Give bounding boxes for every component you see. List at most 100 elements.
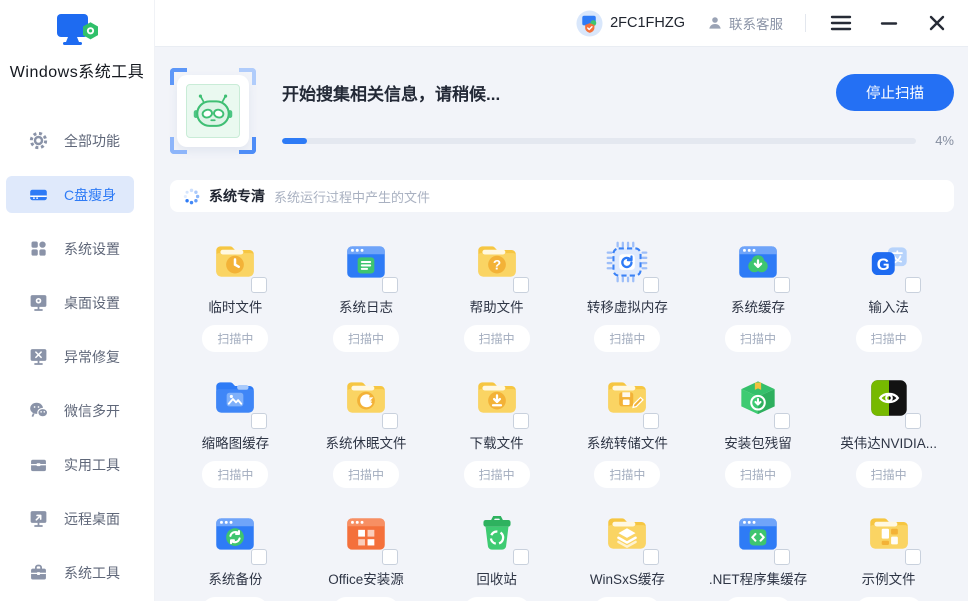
- tile-checkbox[interactable]: [774, 413, 790, 429]
- stop-scan-button[interactable]: 停止扫描: [836, 74, 954, 111]
- scan-bracket: [239, 137, 256, 154]
- tile-recycle-bin[interactable]: 回收站 扫描中: [431, 497, 562, 601]
- tile-status-badge: 扫描中: [333, 461, 399, 488]
- grid-icon: [28, 238, 49, 259]
- topbar-divider: [805, 14, 806, 32]
- tile-checkbox[interactable]: [774, 277, 790, 293]
- tile-status-badge: 扫描中: [464, 597, 530, 601]
- sidebar-item-monitor-gear[interactable]: 桌面设置: [6, 284, 134, 321]
- tile-status-badge: 扫描中: [464, 325, 530, 352]
- main-content: 开始搜集相关信息，请稍候... 停止扫描 4%: [155, 47, 968, 601]
- scan-progress-fill: [282, 138, 307, 144]
- tile-status-badge: 扫描中: [594, 597, 660, 601]
- tile-status-badge: 扫描中: [594, 325, 660, 352]
- sidebar-menu: 全部功能 C盘瘦身 系统设置 桌面设置 异常修复 微信多开 实用工具 远程桌面 …: [0, 106, 154, 591]
- sidebar-item-disk[interactable]: C盘瘦身: [6, 176, 134, 213]
- tile-checkbox[interactable]: [643, 277, 659, 293]
- tile-status-badge: 扫描中: [725, 325, 791, 352]
- tile-package-install[interactable]: 安装包残留 扫描中: [693, 361, 824, 488]
- robot-scan-icon: [170, 68, 256, 154]
- sidebar-item-wechat[interactable]: 微信多开: [6, 392, 134, 429]
- tile-folder-download[interactable]: 下载文件 扫描中: [431, 361, 562, 488]
- tile-status-badge: 扫描中: [856, 461, 922, 488]
- scan-status-text: 开始搜集相关信息，请稍候...: [282, 80, 500, 105]
- tile-status-badge: 扫描中: [725, 597, 791, 601]
- monitor-gear-icon: [28, 292, 49, 313]
- tile-checkbox[interactable]: [513, 277, 529, 293]
- tile-window-log[interactable]: 系统日志 扫描中: [301, 225, 432, 352]
- tile-folder-samples[interactable]: 示例文件 扫描中: [823, 497, 954, 601]
- tile-status-badge: 扫描中: [725, 461, 791, 488]
- menu-button[interactable]: [828, 10, 854, 36]
- app-logo-icon: [54, 12, 100, 54]
- tile-translate[interactable]: G 输入法 扫描中: [823, 225, 954, 352]
- tile-status-badge: 扫描中: [202, 461, 268, 488]
- tile-status-badge: 扫描中: [333, 597, 399, 601]
- section-header: 系统专清 系统运行过程中产生的文件: [170, 180, 954, 212]
- tile-status-badge: 扫描中: [856, 325, 922, 352]
- spinner-icon: [183, 188, 200, 205]
- tile-folder-moon[interactable]: 系统休眠文件 扫描中: [301, 361, 432, 488]
- sidebar-item-monitor-fix[interactable]: 异常修复: [6, 338, 134, 375]
- tile-checkbox[interactable]: [905, 413, 921, 429]
- tile-checkbox[interactable]: [251, 549, 267, 565]
- tile-checkbox[interactable]: [513, 549, 529, 565]
- tile-folder-image[interactable]: 缩略图缓存 扫描中: [170, 361, 301, 488]
- app-window: Windows系统工具 全部功能 C盘瘦身 系统设置 桌面设置 异常修复 微信多…: [0, 0, 968, 601]
- tile-checkbox[interactable]: [251, 277, 267, 293]
- tile-chip-refresh[interactable]: 转移虚拟内存 扫描中: [562, 225, 693, 352]
- app-name: Windows系统工具: [0, 58, 154, 82]
- tile-window-code[interactable]: .NET程序集缓存 扫描中: [693, 497, 824, 601]
- tile-status-badge: 扫描中: [464, 461, 530, 488]
- tile-nvidia[interactable]: 英伟达NVIDIA... 扫描中: [823, 361, 954, 488]
- svg-text:?: ?: [493, 257, 501, 272]
- section-subtitle: 系统运行过程中产生的文件: [274, 187, 430, 206]
- tile-window-cloud-download[interactable]: 系统缓存 扫描中: [693, 225, 824, 352]
- toolbox-icon: [28, 454, 49, 475]
- scan-bracket: [170, 137, 187, 154]
- remote-desktop-icon: [28, 508, 49, 529]
- sidebar-item-gear[interactable]: 全部功能: [6, 122, 134, 159]
- minimize-button[interactable]: [876, 10, 902, 36]
- scan-progress-bar: [282, 138, 916, 144]
- tile-checkbox[interactable]: [382, 277, 398, 293]
- person-icon: [707, 15, 723, 31]
- gear-icon: [28, 130, 49, 151]
- tile-checkbox[interactable]: [905, 277, 921, 293]
- contact-support-label: 联系客服: [729, 13, 783, 33]
- tile-checkbox[interactable]: [643, 413, 659, 429]
- wechat-icon: [28, 400, 49, 421]
- scan-progress-percent: 4%: [924, 133, 954, 148]
- sidebar-item-toolbox[interactable]: 实用工具: [6, 446, 134, 483]
- tile-checkbox[interactable]: [643, 549, 659, 565]
- close-button[interactable]: [924, 10, 950, 36]
- sidebar-item-briefcase[interactable]: 系统工具: [6, 554, 134, 591]
- tile-window-sync[interactable]: 系统备份 扫描中: [170, 497, 301, 601]
- tile-checkbox[interactable]: [774, 549, 790, 565]
- sidebar: Windows系统工具 全部功能 C盘瘦身 系统设置 桌面设置 异常修复 微信多…: [0, 0, 155, 601]
- disk-icon: [28, 184, 49, 205]
- tile-window-office[interactable]: Office安装源 扫描中: [301, 497, 432, 601]
- tile-folder-question[interactable]: ? 帮助文件 扫描中: [431, 225, 562, 352]
- tile-folder-layers[interactable]: WinSxS缓存 扫描中: [562, 497, 693, 601]
- tile-status-badge: 扫描中: [333, 325, 399, 352]
- tile-checkbox[interactable]: [513, 413, 529, 429]
- tile-checkbox[interactable]: [905, 549, 921, 565]
- license-badge[interactable]: 2FC1FHZG: [576, 10, 685, 37]
- tile-checkbox[interactable]: [382, 549, 398, 565]
- tile-status-badge: 扫描中: [202, 325, 268, 352]
- tile-folder-dump[interactable]: 系统转储文件 扫描中: [562, 361, 693, 488]
- scan-status-header: 开始搜集相关信息，请稍候... 停止扫描 4%: [170, 68, 954, 154]
- tile-folder-clock[interactable]: 临时文件 扫描中: [170, 225, 301, 352]
- svg-text:G: G: [876, 255, 889, 274]
- contact-support-button[interactable]: 联系客服: [707, 13, 783, 33]
- license-code: 2FC1FHZG: [610, 15, 685, 31]
- sidebar-item-grid[interactable]: 系统设置: [6, 230, 134, 267]
- section-title: 系统专清: [209, 186, 265, 206]
- tile-status-badge: 扫描中: [594, 461, 660, 488]
- tile-status-badge: 扫描中: [202, 597, 268, 601]
- tile-checkbox[interactable]: [382, 413, 398, 429]
- tile-checkbox[interactable]: [251, 413, 267, 429]
- sidebar-item-remote-desktop[interactable]: 远程桌面: [6, 500, 134, 537]
- license-shield-icon: [576, 10, 603, 37]
